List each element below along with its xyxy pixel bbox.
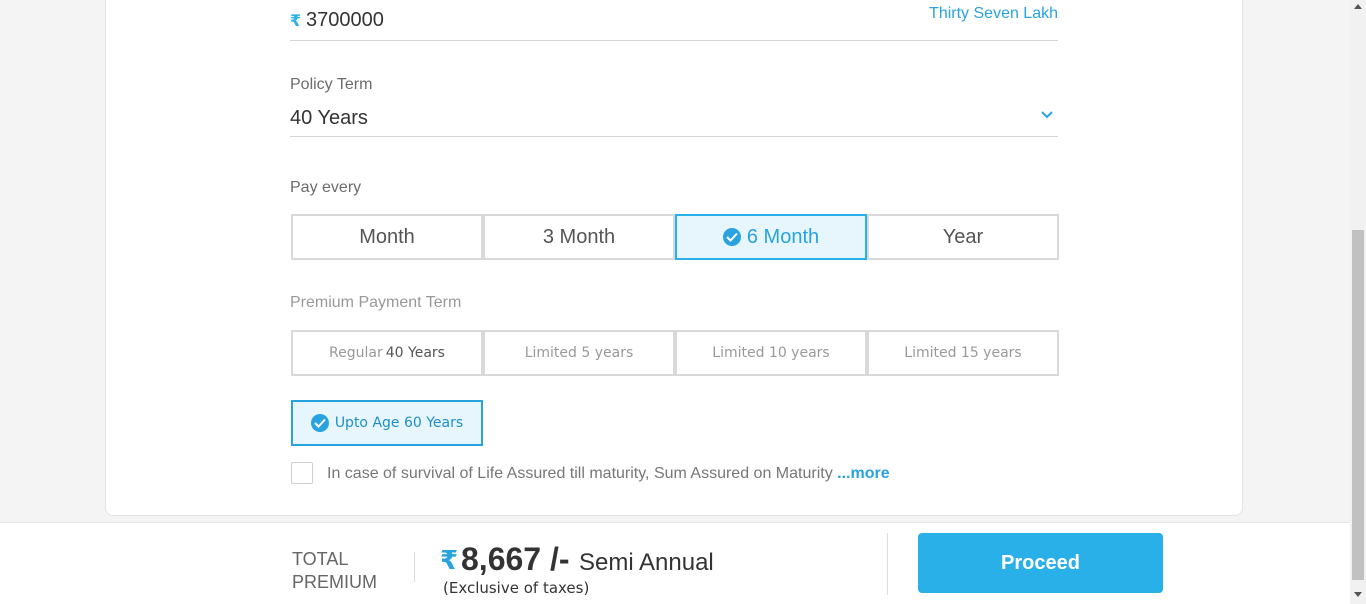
maturity-checkbox[interactable]: [291, 462, 313, 484]
ppt-option-regular[interactable]: Regular 40 Years: [291, 330, 483, 376]
scroll-thumb[interactable]: [1352, 230, 1364, 580]
premium-mode: Semi Annual: [579, 549, 714, 576]
premium-payment-term-options: Regular 40 Years Limited 5 years Limited …: [291, 330, 1059, 376]
tax-note: (Exclusive of taxes): [443, 579, 590, 597]
ppt-option-limited-15[interactable]: Limited 15 years: [867, 330, 1059, 376]
total-premium-label: TOTAL PREMIUM: [292, 549, 377, 592]
vertical-scrollbar[interactable]: [1350, 0, 1366, 604]
policy-term-label: Policy Term: [290, 76, 373, 93]
proceed-button[interactable]: Proceed: [918, 533, 1163, 593]
premium-payment-term-label: Premium Payment Term: [290, 294, 462, 311]
pay-option-6-month[interactable]: 6 Month: [675, 214, 867, 260]
more-link[interactable]: ...more: [837, 465, 889, 482]
policy-term-select[interactable]: 40 Years: [290, 100, 1058, 137]
check-circle-icon: [310, 414, 329, 432]
ppt-option-limited-5[interactable]: Limited 5 years: [483, 330, 675, 376]
sum-assured-field[interactable]: ₹ 3700000 Thirty Seven Lakh: [290, 0, 1058, 41]
page: ₹ 3700000 Thirty Seven Lakh Policy Term …: [0, 0, 1366, 604]
scroll-up-icon[interactable]: [1354, 4, 1362, 9]
check-circle-icon: [722, 228, 741, 246]
sum-assured-in-words: Thirty Seven Lakh: [929, 5, 1058, 22]
sum-assured-value[interactable]: 3700000: [306, 9, 384, 32]
scroll-down-icon[interactable]: [1354, 592, 1362, 597]
premium-footer: TOTAL PREMIUM ₹ 8,667 /- Semi Annual (Ex…: [0, 522, 1350, 604]
policy-term-value: 40 Years: [290, 107, 368, 129]
pay-every-label: Pay every: [290, 179, 362, 196]
premium-amount: 8,667 /-: [461, 541, 570, 577]
ppt-option-upto-age-60[interactable]: Upto Age 60 Years: [291, 400, 483, 446]
rupee-icon: ₹: [440, 545, 459, 575]
chevron-down-icon[interactable]: [1040, 108, 1054, 122]
pay-every-options: Month 3 Month 6 Month Year: [291, 214, 1059, 260]
pay-option-month[interactable]: Month: [291, 214, 483, 260]
divider: [887, 533, 888, 595]
divider: [414, 552, 415, 582]
maturity-text: In case of survival of Life Assured till…: [327, 465, 890, 482]
rupee-icon: ₹: [290, 13, 302, 30]
pay-option-3-month[interactable]: 3 Month: [483, 214, 675, 260]
pay-option-year[interactable]: Year: [867, 214, 1059, 260]
ppt-option-limited-10[interactable]: Limited 10 years: [675, 330, 867, 376]
